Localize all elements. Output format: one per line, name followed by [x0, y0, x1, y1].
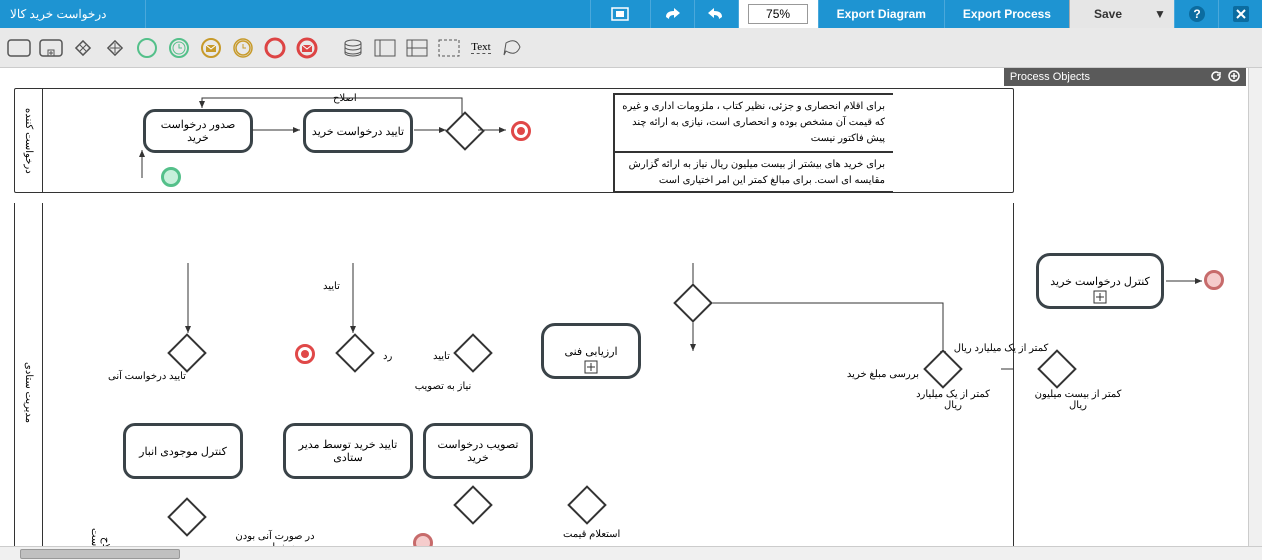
task-approve-mgr[interactable]: تایید خرید توسط مدیر ستادی: [283, 423, 413, 479]
label-price-inquiry: استعلام قیمت: [563, 529, 620, 540]
process-objects-bar[interactable]: Process Objects: [1004, 68, 1246, 86]
task-stock-control[interactable]: کنترل موجودی انبار: [123, 423, 243, 479]
palette: Text: [0, 28, 1262, 68]
top-bar: درخواست خرید کالا Export Diagram Export …: [0, 0, 1262, 28]
label-from1b: کمتر از یک میلیارد ریال: [913, 389, 993, 411]
gateway-after-approval[interactable]: [453, 485, 493, 525]
text-tool[interactable]: Text: [468, 35, 494, 61]
label-lt1b: کمتر از یک میلیارد ریال: [951, 343, 1051, 354]
lane-icon[interactable]: [404, 35, 430, 61]
scrollbar-thumb[interactable]: [20, 549, 180, 559]
end-message-icon[interactable]: [294, 35, 320, 61]
label-fix: اصلاح: [333, 93, 357, 104]
subprocess-tech-eval[interactable]: ارزیابی فنی: [541, 323, 641, 379]
save-button[interactable]: Save: [1069, 0, 1146, 28]
end-event-right[interactable]: [1204, 270, 1224, 290]
start-event-icon[interactable]: [134, 35, 160, 61]
task-approve-purchase[interactable]: تصویب درخواست خرید: [423, 423, 533, 479]
export-process-button[interactable]: Export Process: [944, 0, 1069, 28]
gateway-stock[interactable]: [167, 497, 207, 537]
canvas-mode-icon[interactable]: [590, 0, 650, 28]
export-diagram-button[interactable]: Export Diagram: [818, 0, 944, 28]
label-review-amount: بررسی مبلغ خرید: [843, 369, 923, 380]
title: درخواست خرید کالا: [0, 0, 146, 28]
intermediate-timer-icon[interactable]: [230, 35, 256, 61]
zoom-input[interactable]: [748, 4, 808, 24]
svg-text:?: ?: [1193, 7, 1200, 21]
gateway-eval[interactable]: [673, 283, 713, 323]
gateway-fix[interactable]: [445, 111, 485, 151]
label-reject: رد: [383, 351, 392, 362]
task-approve-request[interactable]: تایید درخواست خرید: [303, 109, 413, 153]
start-message-icon[interactable]: [198, 35, 224, 61]
label-lt20m: کمتر از بیست میلیون ریال: [1033, 389, 1123, 411]
end-event-icon[interactable]: [262, 35, 288, 61]
expand-icon[interactable]: [584, 360, 598, 377]
gateway-20m[interactable]: [1037, 349, 1077, 389]
lane-header-1: درخواست کننده: [15, 89, 43, 192]
add-object-icon[interactable]: [1228, 70, 1240, 85]
label-need-approval: نیاز به تصویب: [413, 381, 473, 392]
refresh-icon[interactable]: [1210, 70, 1222, 85]
gateway-instant[interactable]: [167, 333, 207, 373]
lane-management: مدیریت ستادی اصلاح درخواست تایید درخواست…: [14, 203, 1014, 560]
gateway-1b[interactable]: [923, 349, 963, 389]
zoom-box: [738, 0, 818, 28]
gateway-parallel-icon[interactable]: [102, 35, 128, 61]
gateway-approve-mgr[interactable]: [335, 333, 375, 373]
end-event-top[interactable]: [511, 121, 531, 141]
gateway-need-approval[interactable]: [453, 333, 493, 373]
group-icon[interactable]: [436, 35, 462, 61]
gateway-price[interactable]: [567, 485, 607, 525]
task-icon[interactable]: [6, 35, 32, 61]
expand-icon[interactable]: [1093, 290, 1107, 307]
save-dropdown[interactable]: ▼: [1146, 0, 1174, 28]
label-instant: تایید درخواست آنی: [108, 371, 186, 382]
horizontal-scrollbar[interactable]: [0, 546, 1262, 560]
start-timer-icon[interactable]: [166, 35, 192, 61]
pool-icon[interactable]: [372, 35, 398, 61]
canvas[interactable]: Process Objects درخواست کننده صدور درخوا…: [0, 68, 1262, 560]
annotation-1[interactable]: برای اقلام انحصاری و جزئی، نظیر کتاب ، م…: [613, 93, 893, 153]
close-icon[interactable]: [1218, 0, 1262, 28]
end-event-reject[interactable]: [295, 344, 315, 364]
lane-header-2: مدیریت ستادی: [15, 203, 43, 560]
undo-icon[interactable]: [694, 0, 738, 28]
annotation-icon[interactable]: [500, 35, 526, 61]
task-issue-request[interactable]: صدور درخواست خرید: [143, 109, 253, 153]
redo-icon[interactable]: [650, 0, 694, 28]
help-icon[interactable]: ?: [1174, 0, 1218, 28]
subprocess-icon[interactable]: [38, 35, 64, 61]
start-event[interactable]: [161, 167, 181, 187]
datastore-icon[interactable]: [340, 35, 366, 61]
process-objects-label: Process Objects: [1010, 71, 1090, 83]
label-approve2: تایید: [433, 351, 450, 362]
subprocess-control-request[interactable]: کنترل درخواست خرید: [1036, 253, 1164, 309]
label-approve1: تایید: [323, 281, 340, 292]
gateway-exclusive-icon[interactable]: [70, 35, 96, 61]
lane-requester: درخواست کننده صدور درخواست خرید تایید در…: [14, 88, 1014, 193]
annotation-2[interactable]: برای خرید های بیشتر از بیست میلیون ریال …: [613, 151, 893, 193]
vertical-scrollbar[interactable]: [1248, 68, 1262, 546]
